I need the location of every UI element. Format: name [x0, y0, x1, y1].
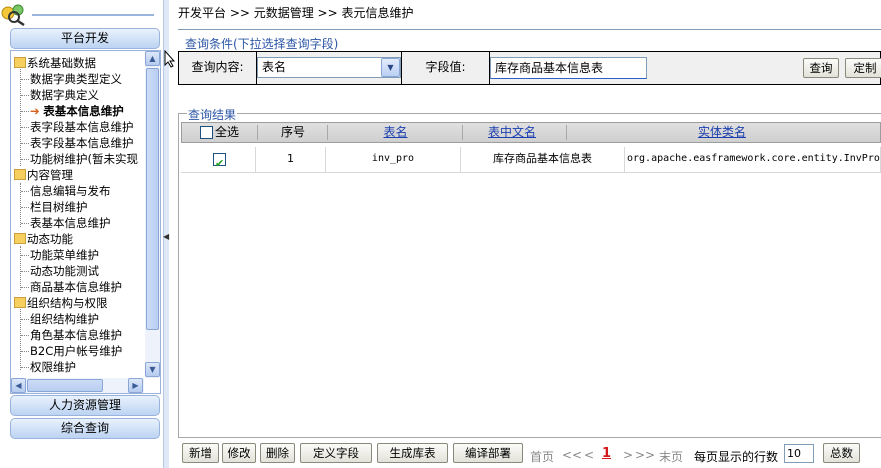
scroll-right-icon[interactable]: ▶ [128, 378, 143, 393]
tree-item-menu-maint[interactable]: 功能菜单维护 [21, 248, 99, 263]
entity-class-header[interactable]: 实体类名 [567, 123, 877, 142]
tree-item-dict-def[interactable]: 数据字典定义 [21, 88, 99, 103]
tree-item-b2c-account[interactable]: B2C用户帐号维护 [21, 344, 122, 359]
next-page-link[interactable]: > [623, 448, 633, 462]
tree-item-dict-type[interactable]: 数据字典类型定义 [21, 72, 122, 87]
tree-item-field-info-2[interactable]: 表字段基本信息维护 [21, 136, 134, 151]
index-header: 序号 [280, 125, 305, 139]
query-content-label: 查询内容: [179, 52, 257, 84]
scroll-thumb[interactable] [27, 379, 103, 392]
query-section-title: 查询条件(下拉选择查询字段) [185, 37, 339, 51]
row-select-cell [181, 147, 256, 176]
tree-horizontal-scrollbar[interactable]: ◀ ▶ [11, 378, 144, 393]
scroll-left-icon[interactable]: ◀ [11, 378, 26, 393]
first-page-link[interactable]: 首页 [530, 448, 554, 465]
edit-button[interactable]: 修改 [222, 443, 256, 463]
scroll-thumb[interactable] [146, 68, 159, 330]
tree-item-table-info-2[interactable]: 表基本信息维护 [21, 216, 111, 231]
folder-icon [14, 233, 26, 244]
select-all-checkbox[interactable] [200, 126, 213, 139]
next-block-link[interactable]: >> [635, 448, 655, 462]
tree-item-column-tree[interactable]: 栏目树维护 [21, 200, 88, 215]
chevron-down-icon[interactable]: ▼ [381, 58, 400, 77]
arrow-right-icon: ➔ [30, 104, 40, 118]
query-field-select[interactable]: 表名 [257, 57, 401, 78]
logo-divider [32, 14, 154, 16]
tree-item-permission[interactable]: 权限维护 [21, 360, 76, 375]
results-table-header: 全选 序号 表名 表中文名 实体类名 [181, 122, 881, 143]
cn-name-header[interactable]: 表中文名 [463, 123, 561, 142]
customize-button[interactable]: 定制 [845, 58, 881, 78]
row-entity-class: org.apache.easframework.core.entity.InvP… [625, 147, 881, 173]
row-checkbox[interactable] [213, 152, 226, 176]
breadcrumb: 开发平台 >> 元数据管理 >> 表元信息维护 [178, 6, 414, 20]
tree-folder-dynamic[interactable]: 动态功能 [14, 232, 73, 247]
prev-block-link[interactable]: << [562, 448, 582, 462]
tree-item-table-info-selected[interactable]: ➔ 表基本信息维护 [21, 104, 124, 119]
last-page-link[interactable]: 末页 [659, 448, 683, 465]
query-section-divider [178, 29, 881, 30]
total-button[interactable]: 总数 [823, 443, 860, 463]
folder-icon [14, 297, 26, 308]
tree-item-info-edit[interactable]: 信息编辑与发布 [21, 184, 111, 199]
table-row[interactable]: 1 inv_pro 库存商品基本信息表 org.apache.easframew… [181, 147, 881, 176]
folder-icon [14, 169, 26, 180]
scroll-down-icon[interactable]: ▼ [145, 362, 160, 377]
row-table-name: inv_pro [326, 147, 461, 173]
tree-item-org-maint[interactable]: 组织结构维护 [21, 312, 99, 327]
left-navigation-panel: 平台开发 系统基础数据 数据字典类型定义 数据字典定义 ➔ 表基本信息维护 表字… [0, 0, 163, 468]
generate-table-button[interactable]: 生成库表 [377, 443, 448, 463]
accordion-platform-dev-label: 平台开发 [60, 31, 109, 45]
current-page-number[interactable]: 1 [602, 446, 611, 461]
accordion-platform-dev[interactable]: 平台开发 [10, 28, 160, 49]
per-page-label: 每页显示的行数 [694, 450, 779, 464]
app-logo-icon [0, 2, 30, 27]
per-page-input[interactable]: 10 [784, 444, 814, 463]
tree-folder-org[interactable]: 组织结构与权限 [14, 296, 108, 311]
tree-vertical-scrollbar[interactable]: ▲ ▼ [145, 51, 160, 378]
tree-folder-content[interactable]: 内容管理 [14, 168, 73, 183]
select-all-header[interactable]: 全选 [200, 123, 260, 142]
delete-button[interactable]: 删除 [260, 443, 295, 463]
add-button[interactable]: 新增 [182, 443, 219, 463]
row-cn-name: 库存商品基本信息表 [461, 147, 625, 173]
results-section-title: 查询结果 [187, 106, 238, 123]
accordion-combined-query[interactable]: 综合查询 [10, 418, 160, 439]
folder-icon [14, 57, 26, 68]
collapse-left-icon[interactable]: ◀ [163, 232, 169, 241]
table-name-header[interactable]: 表名 [328, 123, 463, 142]
row-index: 1 [256, 147, 326, 173]
tree-item-field-info[interactable]: 表字段基本信息维护 [21, 120, 134, 135]
tree-item-dynamic-test[interactable]: 动态功能测试 [21, 264, 99, 279]
tree-item-goods-info[interactable]: 商品基本信息维护 [21, 280, 122, 295]
field-value-label: 字段值: [401, 52, 490, 84]
accordion-hr-management[interactable]: 人力资源管理 [10, 395, 160, 416]
prev-page-link[interactable]: < [584, 448, 594, 462]
tree-item-function-tree[interactable]: 功能树维护(暂未实现 [21, 152, 138, 167]
field-value-input[interactable]: 库存商品基本信息表 [490, 57, 647, 79]
scroll-up-icon[interactable]: ▲ [145, 51, 160, 66]
compile-deploy-button[interactable]: 编译部署 [453, 443, 523, 463]
mouse-cursor-icon [164, 49, 176, 72]
define-fields-button[interactable]: 定义字段 [300, 443, 372, 463]
query-button[interactable]: 查询 [803, 58, 839, 78]
tree-folder-system-data[interactable]: 系统基础数据 [14, 56, 96, 71]
tree-item-role-info[interactable]: 角色基本信息维护 [21, 328, 122, 343]
